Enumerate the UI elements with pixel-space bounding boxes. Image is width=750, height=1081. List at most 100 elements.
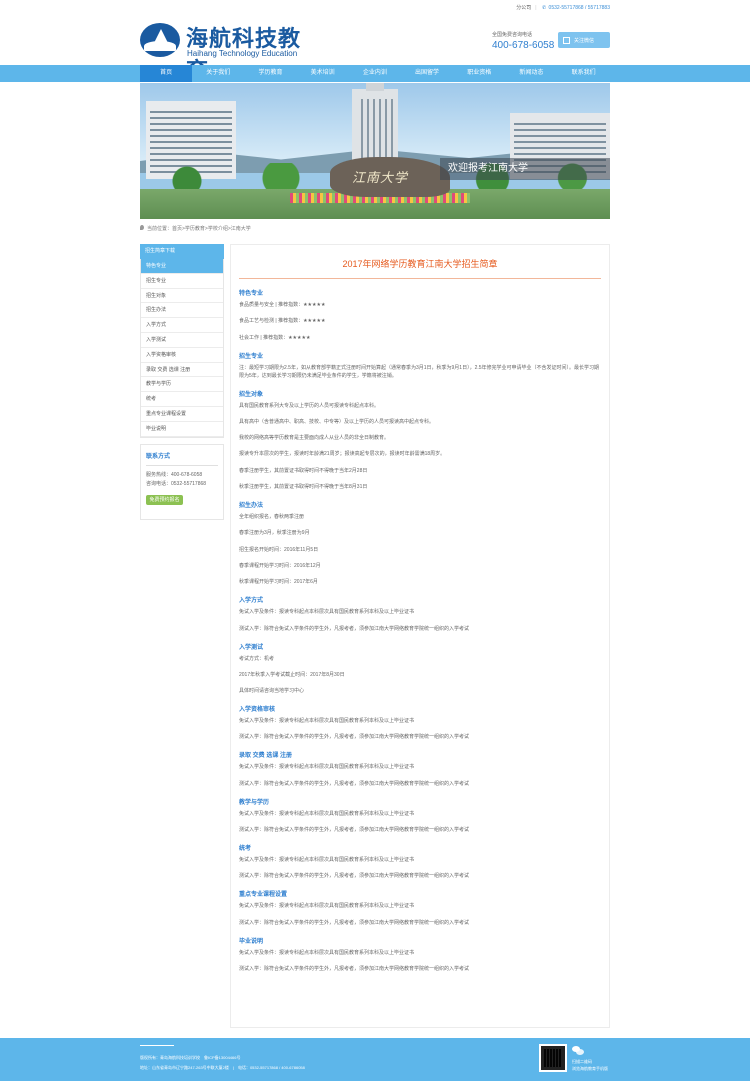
top-bar: 分公司 | ✆ 0532-55717868 / 55717883 — [0, 0, 750, 16]
banner: 江南大学 欢迎报考江南大学 — [140, 83, 610, 219]
breadcrumb: 当前位置：首页>学历教育>学校介绍>江南大学 — [140, 225, 251, 232]
section-text: 注：最短学习期限为2.5年，如从教育部学籍正式注册时间开始算起（通常春季为3月1… — [239, 364, 600, 379]
nav-item[interactable]: 企业内训 — [349, 65, 401, 82]
section-text: 免试入学及条件：报读专科起点本科层次具有国民教育系列本科及以上毕业证书 — [239, 718, 415, 725]
nav-item[interactable]: 出国留学 — [401, 65, 453, 82]
section-text: 测试入学：除符合免试入学条件的学生外，凡报考者，须参加江南大学网络教育学院统一组… — [239, 873, 470, 880]
article-section: 入学资格审核免试入学及条件：报读专科起点本科层次具有国民教育系列本科及以上毕业证… — [239, 704, 601, 741]
section-text: 免试入学及条件：报读专科起点本科层次具有国民教育系列本科及以上毕业证书 — [239, 764, 415, 771]
section-text: 测试入学：除符合免试入学条件的学生外，凡报考者，须参加江南大学网络教育学院统一组… — [239, 965, 470, 972]
nav-item[interactable]: 美术培训 — [297, 65, 349, 82]
section-heading: 招生专业 — [239, 353, 264, 360]
section-heading: 入学测试 — [239, 644, 264, 651]
sidebar-item[interactable]: 入学资格审核 — [141, 348, 223, 363]
nav-item[interactable]: 联系我们 — [558, 65, 610, 82]
section-heading: 统考 — [239, 846, 252, 853]
section-text: 具有国民教育系列大专及以上学历的人员可报读专科起点本科。 — [239, 402, 380, 409]
banner-welcome: 欢迎报考江南大学 — [440, 158, 610, 180]
nav-item[interactable]: 首页 — [140, 65, 193, 82]
section-text: 免试入学及条件：报读专科起点本科层次具有国民教育系列本科及以上毕业证书 — [239, 903, 415, 910]
sidebar-item[interactable]: 重点专业课程设置 — [141, 407, 223, 422]
section-text: 测试入学：除符合免试入学条件的学生外，凡报考者，须参加江南大学网络教育学院统一组… — [239, 734, 470, 741]
section-text: 我校的网络高等学历教育是主要面向成人从业人员的非全日制教育。 — [239, 435, 390, 442]
stone-calligraphy: 江南大学 — [352, 171, 409, 186]
section-text: 食品工艺与检测 | 推荐指数：★★★★★ — [239, 318, 326, 325]
section-text: 秋季课程开始学习时间：2017年6月 — [239, 579, 318, 586]
section-heading: 入学方式 — [239, 598, 264, 605]
article-section: 入学方式 免试入学及条件：报读专科起点本科层次具有国民教育系列本科及以上毕业证书测… — [239, 595, 601, 632]
campus-stone: 江南大学 — [330, 157, 450, 197]
download-brochure-link[interactable]: 招生简章下载 — [140, 244, 224, 259]
phone-icon: ✆ — [541, 5, 547, 11]
sidebar-item[interactable]: 入学测试 — [141, 333, 223, 348]
section-heading: 入学资格审核 — [239, 707, 276, 714]
section-heading: 招生办法 — [239, 503, 264, 510]
hotline: 全国免费咨询电话 400-678-6058 — [492, 31, 554, 51]
section-heading: 录取 交费 选课 注册 — [239, 753, 293, 760]
section-heading: 重点专业课程设置 — [239, 892, 288, 899]
section-text: 报读专升本层次的学生，报读时年龄满21周岁；报读高起专层次的，报读时年龄需满18… — [239, 451, 446, 458]
sidebar-item[interactable]: 录取 交费 选课 注册 — [141, 363, 223, 378]
nav-item[interactable]: 关于我们 — [192, 65, 244, 82]
logo-emblem-icon — [140, 23, 180, 57]
section-heading: 毕业说明 — [239, 938, 264, 945]
hotline-number: 400-678-6058 — [492, 40, 555, 51]
main-nav: 首页 关于我们 学历教育 美术培训 企业内训 出国留学 职业资格 新闻动态 联系我们 — [0, 65, 750, 82]
sidebar-item[interactable]: 入学方式 — [141, 318, 223, 333]
section-text: 测试入学：除符合免试入学条件的学生外，凡报考者，须参加江南大学网络教育学院统一组… — [239, 919, 470, 926]
sidebar-item[interactable]: 教学与学历 — [141, 377, 223, 393]
section-text: 秋季注册学生，其前置证书取得时间不得晚于当年8月31日 — [239, 484, 368, 491]
section-text: 考试方式：机考 — [239, 655, 275, 662]
hotline-label: 全国免费咨询电话 — [492, 32, 533, 38]
section-heading: 招生对象 — [239, 391, 264, 398]
section-text: 测试入学：除符合免试入学条件的学生外，凡报考者，须参加江南大学网络教育学院统一组… — [239, 827, 470, 834]
qr-code — [539, 1044, 567, 1072]
section-text: 免试入学及条件：报读专科起点本科层次具有国民教育系列本科及以上毕业证书 — [239, 857, 415, 864]
sidebar-item[interactable]: 招生办法 — [141, 303, 223, 319]
sidebar: 招生简章下载 特色专业 招生专业 招生对象 招生办法 入学方式 入学测试 入学资格审核 录取 … — [140, 244, 224, 520]
section-heading: 教学与学历 — [239, 799, 270, 806]
section-text: 春季注册学生，其前置证书取得时间不得晚于当年2月28日 — [239, 467, 368, 474]
article-section: 入学测试 考试方式：机考 2017年秋季入学考试截止时间：2017年8月30日 具体时… — [239, 642, 601, 696]
article-title: 2017年网络学历教育江南大学招生简章 — [239, 257, 601, 279]
qr-caption-line: 浏览海航教育手机版 — [572, 1066, 608, 1071]
logo[interactable]: 海航科技教育 Haihang Technology Education — [140, 21, 315, 84]
nav-item[interactable]: 学历教育 — [244, 65, 296, 82]
sidebar-item[interactable]: 招生对象 — [141, 289, 223, 304]
nav-item[interactable]: 职业资格 — [453, 65, 505, 82]
branch-link[interactable]: 分公司 — [516, 5, 531, 11]
sidebar-item[interactable]: 招生专业 — [141, 274, 223, 289]
nav-item[interactable]: 新闻动态 — [505, 65, 557, 82]
article-section: 招生办法 全年组织报名，春秋两季注册 春季注册为3月，秋季注册为9月 招生报名开始时间… — [239, 500, 601, 586]
article: 2017年网络学历教育江南大学招生简章 特色专业食品质量与安全 | 推荐指数：★… — [230, 244, 610, 1028]
qr-caption: 扫描二维码浏览海航教育手机版 — [572, 1058, 608, 1072]
logo-english: Haihang Technology Education — [187, 49, 298, 58]
section-text: 测试入学：除符合免试入学条件的学生外，凡报考者，须参加江南大学网络教育学院统一组… — [239, 780, 470, 787]
article-section: 重点专业课程设置免试入学及条件：报读专科起点本科层次具有国民教育系列本科及以上毕… — [239, 889, 601, 926]
section-text: 测试入学：除符合免试入学条件的学生外，凡报考者，须参加江南大学网络教育学院统一组… — [239, 625, 470, 632]
article-section: 统考免试入学及条件：报读专科起点本科层次具有国民教育系列本科及以上毕业证书测试入… — [239, 843, 601, 880]
article-section: 录取 交费 选课 注册免试入学及条件：报读专科起点本科层次具有国民教育系列本科及… — [239, 750, 601, 787]
qr-icon — [563, 36, 570, 44]
top-links: 分公司 | ✆ 0532-55717868 / 55717883 — [516, 5, 610, 11]
free-booking-button[interactable]: 免费预约报名 — [146, 494, 183, 505]
section-text: 社会工作 | 推荐指数：★★★★★ — [239, 334, 311, 341]
footer: 版权所有：青岛海航科技培训学校 鲁ICP备13004466号 地址：山东省青岛市… — [0, 1038, 750, 1081]
location-icon — [140, 225, 144, 230]
article-section: 教学与学历 免试入学及条件：报读专科起点本科层次具有国民教育系列本科及以上毕业证书… — [239, 797, 601, 834]
section-text: 具有高中（含普通高中、职高、技校、中专等）及以上学历的人员可报读高中起点专科。 — [239, 418, 435, 425]
header: 海航科技教育 Haihang Technology Education 全国免费… — [0, 16, 750, 84]
breadcrumb-text: 当前位置：首页>学历教育>学校介绍>江南大学 — [147, 226, 251, 232]
contact-line: 咨询电话：0532-55717868 — [146, 480, 207, 487]
section-text: 2017年秋季入学考试截止时间：2017年8月30日 — [239, 671, 345, 678]
article-section: 毕业说明免试入学及条件：报读专科起点本科层次具有国民教育系列本科及以上毕业证书测… — [239, 936, 601, 973]
follow-wechat-button[interactable]: 关注微信 — [558, 32, 610, 48]
section-text: 免试入学及条件：报读专科起点本科层次具有国民教育系列本科及以上毕业证书 — [239, 949, 415, 956]
sidebar-item[interactable]: 特色专业 — [141, 259, 223, 274]
sidebar-item[interactable]: 统考 — [141, 392, 223, 407]
section-heading: 特色专业 — [239, 291, 264, 297]
sidebar-item[interactable]: 毕业说明 — [141, 422, 223, 437]
section-text: 食品质量与安全 | 推荐指数：★★★★★ — [239, 302, 326, 308]
section-text: 招生报名开始时间：2016年11月5日 — [239, 546, 319, 553]
qr-caption-line: 扫描二维码 — [572, 1059, 592, 1064]
